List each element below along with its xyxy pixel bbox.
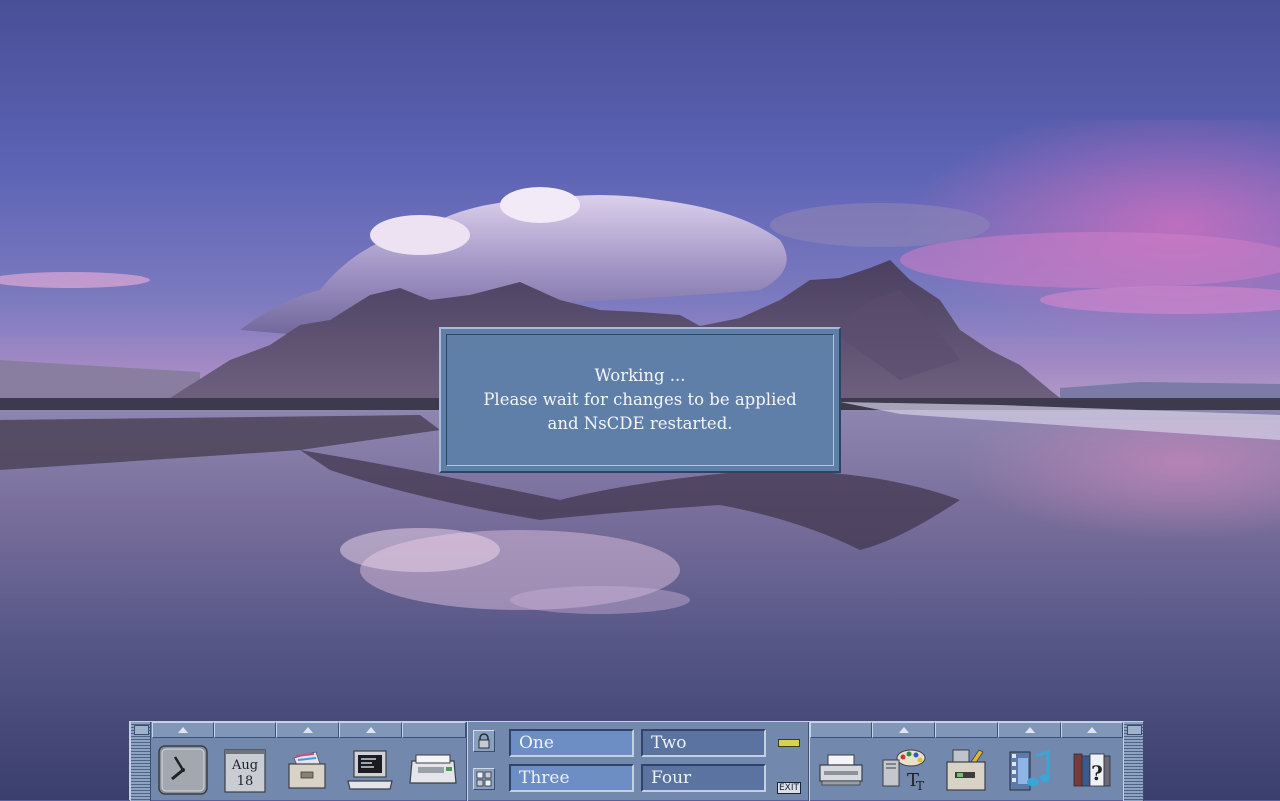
front-panel: Aug 18 One Two Three Four EXIT T T ? [129,721,1144,801]
working-dialog-content: Working ... Please wait for changes to b… [446,334,834,466]
application-manager-launcher[interactable] [935,739,997,801]
subpanel-tab-terminal[interactable] [339,722,402,738]
subpanel-tab-mail[interactable] [402,722,466,738]
panel-divider-left [466,722,468,801]
printer-icon [819,754,863,786]
panel-menu-button[interactable] [1127,725,1142,735]
windows-grid-icon [476,771,492,787]
calendar-month: Aug [231,758,258,773]
clock-launcher[interactable] [152,739,214,801]
dialog-line-working: Working ... [594,366,686,385]
workspace-button-two[interactable]: Two [641,729,766,757]
working-dialog: Working ... Please wait for changes to b… [439,327,841,473]
subpanel-arrow-icon [302,727,313,733]
lock-icon [478,733,490,749]
subpanel-tab-apps[interactable] [935,722,998,738]
subpanel-arrow-icon [1087,727,1097,733]
terminal-icon [347,750,393,790]
mail-launcher[interactable] [402,739,464,801]
calendar-launcher[interactable]: Aug 18 [214,739,276,801]
application-manager-icon [946,749,986,791]
busy-indicator [778,739,800,747]
subpanel-arrow-icon [178,727,188,733]
printer-launcher[interactable] [810,739,872,801]
panel-left-handle[interactable] [130,722,151,801]
minimize-panel-button[interactable] [134,725,149,735]
subpanel-tab-clock[interactable] [152,722,214,738]
svg-text:?: ? [1091,761,1103,785]
subpanel-tab-calendar[interactable] [214,722,276,738]
dialog-line-wait: Please wait for changes to be applied [483,390,797,409]
media-player-launcher[interactable] [998,739,1060,801]
exit-label: EXIT [777,782,802,794]
media-player-icon [1009,749,1050,791]
subpanel-tab-files[interactable] [276,722,339,738]
file-manager-icon [288,751,326,789]
subpanel-tab-printer[interactable] [810,722,872,738]
mail-icon [409,754,457,784]
calendar-icon: Aug 18 [224,749,266,793]
terminal-launcher[interactable] [339,739,401,801]
svg-text:T: T [916,779,924,792]
style-manager-icon: T T [882,749,926,792]
subpanel-arrow-icon [1024,727,1035,733]
subpanel-tab-help[interactable] [1061,722,1123,738]
exit-button[interactable]: EXIT [777,775,802,794]
subpanel-tab-media[interactable] [998,722,1061,738]
workspace-button-one[interactable]: One [509,729,634,757]
workspace-button-four[interactable]: Four [641,764,766,792]
workspace-button-three[interactable]: Three [509,764,634,792]
window-list-button[interactable] [473,768,495,790]
lock-screen-button[interactable] [473,730,495,752]
subpanel-tab-style[interactable] [872,722,935,738]
help-launcher[interactable]: ? [1061,739,1123,801]
calendar-day: 18 [237,774,254,789]
clock-icon [158,745,208,795]
panel-right-handle[interactable] [1123,722,1144,801]
file-manager-launcher[interactable] [276,739,338,801]
dialog-line-restart: and NsCDE restarted. [547,414,733,433]
subpanel-arrow-icon [365,727,376,733]
subpanel-arrow-icon [898,727,909,733]
style-manager-launcher[interactable]: T T [872,739,934,801]
help-icon: ? [1073,753,1111,787]
